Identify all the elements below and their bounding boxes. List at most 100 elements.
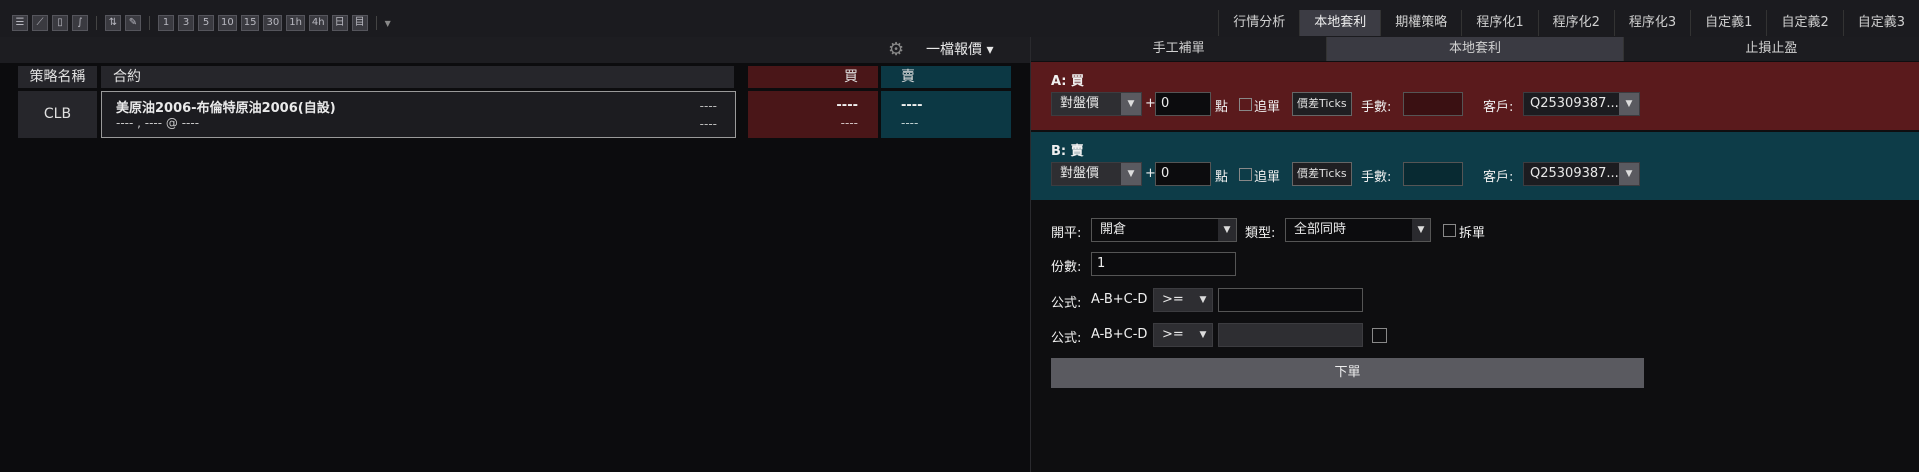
- type-select[interactable]: 全部同時 ▼: [1285, 218, 1431, 242]
- interval-button[interactable]: 目: [351, 15, 368, 31]
- chevron-down-icon: ▼: [1121, 163, 1141, 185]
- leg-b-ticks-button[interactable]: 價差Ticks: [1292, 162, 1352, 186]
- interval-button[interactable]: 30: [263, 15, 283, 31]
- chart-toolbar: ☰ ⟋ ▯ ∫ ⇅ ✎ 1 3 5 10 15 30 1h 4h 日 目 ▼: [12, 14, 391, 32]
- select-value: >=: [1162, 292, 1184, 307]
- select-value: Q25309387...: [1530, 166, 1619, 181]
- interval-button[interactable]: 15: [240, 15, 260, 31]
- tab-options-strategy[interactable]: 期權策略: [1380, 10, 1461, 36]
- tab-local-arbitrage-order[interactable]: 本地套利: [1327, 37, 1624, 61]
- tab-custom-1[interactable]: 自定義1: [1690, 10, 1766, 36]
- tab-local-arbitrage[interactable]: 本地套利: [1299, 10, 1381, 36]
- formula-expression: A-B+C-D: [1091, 292, 1148, 307]
- interval-button[interactable]: 3: [178, 15, 194, 31]
- leg-b-title: B: 賣: [1051, 144, 1084, 159]
- leg-a-qty-input[interactable]: [1403, 92, 1463, 116]
- leg-b-chase-checkbox[interactable]: [1239, 168, 1252, 181]
- order-subtabs: 手工補單 本地套利 止損止盈: [1031, 37, 1919, 61]
- chevron-down-icon: ▼: [1194, 324, 1212, 346]
- interval-button[interactable]: 日: [331, 15, 348, 31]
- column-header-name: 策略名稱: [18, 66, 97, 88]
- leg-b-qty-input[interactable]: [1403, 162, 1463, 186]
- column-header-sell: 賣: [881, 66, 1011, 88]
- chevron-down-icon: ▼: [1218, 219, 1236, 241]
- sell-price-cell[interactable]: ---- ----: [881, 91, 1011, 138]
- leg-b-offset-input[interactable]: 0: [1155, 162, 1211, 186]
- column-header-buy: 買: [748, 66, 878, 88]
- contract-value: ----: [699, 99, 717, 113]
- split-order-checkbox[interactable]: [1443, 224, 1456, 237]
- tab-program-1[interactable]: 程序化1: [1461, 10, 1537, 36]
- formula2-value-input[interactable]: [1218, 323, 1363, 347]
- leg-a-panel: A: 買 對盤價 ▼ + 0 點 追單 價差Ticks 手數: 客戶: Q2530…: [1031, 62, 1919, 130]
- formula2-enable-checkbox[interactable]: [1372, 328, 1387, 343]
- leg-a-client-select[interactable]: Q25309387... ▼: [1523, 92, 1640, 116]
- toolbar-divider: [375, 16, 377, 30]
- chase-label: 追單: [1254, 170, 1281, 185]
- tab-stop-loss-profit[interactable]: 止損止盈: [1624, 37, 1919, 61]
- column-header-contract: 合約: [101, 66, 734, 88]
- contract-subtitle: ---- , ---- @ ----: [116, 116, 200, 130]
- chevron-down-icon: ▼: [1619, 93, 1639, 115]
- split-order-label: 拆單: [1459, 226, 1486, 241]
- unit-label: 點: [1215, 170, 1229, 185]
- top-bar: ☰ ⟋ ▯ ∫ ⇅ ✎ 1 3 5 10 15 30 1h 4h 日 目 ▼ 行…: [0, 0, 1919, 37]
- select-value: 對盤價: [1060, 166, 1100, 181]
- copies-input[interactable]: 1: [1091, 252, 1236, 276]
- select-value: 對盤價: [1060, 96, 1100, 111]
- buy-price-cell[interactable]: ---- ----: [748, 91, 878, 138]
- menu-icon[interactable]: ☰: [12, 15, 28, 31]
- draw-icon[interactable]: ∫: [72, 15, 88, 31]
- tab-program-2[interactable]: 程序化2: [1537, 10, 1614, 36]
- main-tabs: 行情分析 本地套利 期權策略 程序化1 程序化2 程序化3 自定義1 自定義2 …: [1218, 10, 1919, 36]
- tab-custom-2[interactable]: 自定義2: [1766, 10, 1842, 36]
- leg-a-chase-checkbox[interactable]: [1239, 98, 1252, 111]
- select-value: 開倉: [1100, 222, 1127, 237]
- interval-button[interactable]: 1h: [286, 15, 305, 31]
- line-chart-icon[interactable]: ⟋: [32, 15, 48, 31]
- client-label: 客戶:: [1483, 170, 1514, 185]
- type-label: 類型:: [1245, 226, 1276, 241]
- unit-label: 點: [1215, 100, 1229, 115]
- submit-order-button[interactable]: 下單: [1051, 358, 1644, 388]
- tab-market-analysis[interactable]: 行情分析: [1218, 10, 1299, 36]
- leg-b-client-select[interactable]: Q25309387... ▼: [1523, 162, 1640, 186]
- chevron-down-icon: ▼: [1619, 163, 1639, 185]
- leg-b-panel: B: 賣 對盤價 ▼ + 0 點 追單 價差Ticks 手數: 客戶: Q2530…: [1031, 132, 1919, 200]
- select-value: Q25309387...: [1530, 96, 1619, 111]
- tab-program-3[interactable]: 程序化3: [1613, 10, 1690, 36]
- chevron-down-icon: ▼: [1194, 289, 1212, 311]
- caret-down-icon[interactable]: ▼: [385, 19, 391, 28]
- select-value: 全部同時: [1294, 222, 1347, 237]
- interval-button[interactable]: 5: [198, 15, 214, 31]
- gear-icon[interactable]: ⚙: [888, 40, 908, 60]
- split-icon[interactable]: ⇅: [105, 15, 121, 31]
- quote-depth-dropdown[interactable]: 一檔報價 ▾: [926, 39, 993, 61]
- leg-a-price-type-select[interactable]: 對盤價 ▼: [1051, 92, 1142, 116]
- strategy-list-pane: ⚙ 一檔報價 ▾ 策略名稱 合約 買 賣 CLB 美原油2006-布倫特原油20…: [0, 37, 1030, 472]
- buy-qty: ----: [840, 116, 858, 130]
- sell-price: ----: [901, 98, 923, 113]
- qty-label: 手數:: [1361, 100, 1392, 115]
- leg-a-ticks-button[interactable]: 價差Ticks: [1292, 92, 1352, 116]
- select-value: >=: [1162, 327, 1184, 342]
- tab-manual-fill[interactable]: 手工補單: [1031, 37, 1328, 61]
- sell-qty: ----: [901, 116, 919, 130]
- interval-button[interactable]: 10: [218, 15, 237, 31]
- leg-a-offset-input[interactable]: 0: [1155, 92, 1211, 116]
- candlestick-icon[interactable]: ▯: [52, 15, 68, 31]
- formula1-operator-select[interactable]: >= ▼: [1153, 288, 1213, 312]
- pen-icon[interactable]: ✎: [125, 15, 141, 31]
- interval-button[interactable]: 4h: [308, 15, 328, 31]
- tab-custom-3[interactable]: 自定義3: [1842, 10, 1919, 36]
- buy-price: ----: [836, 98, 858, 113]
- formula1-value-input[interactable]: [1218, 288, 1363, 312]
- formula2-operator-select[interactable]: >= ▼: [1153, 323, 1213, 347]
- open-close-label: 開平:: [1051, 226, 1082, 241]
- leg-b-price-type-select[interactable]: 對盤價 ▼: [1051, 162, 1142, 186]
- open-close-select[interactable]: 開倉 ▼: [1091, 218, 1237, 242]
- toolbar-divider: [149, 16, 150, 30]
- interval-button[interactable]: 1: [158, 15, 174, 31]
- formula-label: 公式:: [1051, 296, 1082, 311]
- contract-cell[interactable]: 美原油2006-布倫特原油2006(自設) ---- , ---- @ ----…: [101, 91, 736, 138]
